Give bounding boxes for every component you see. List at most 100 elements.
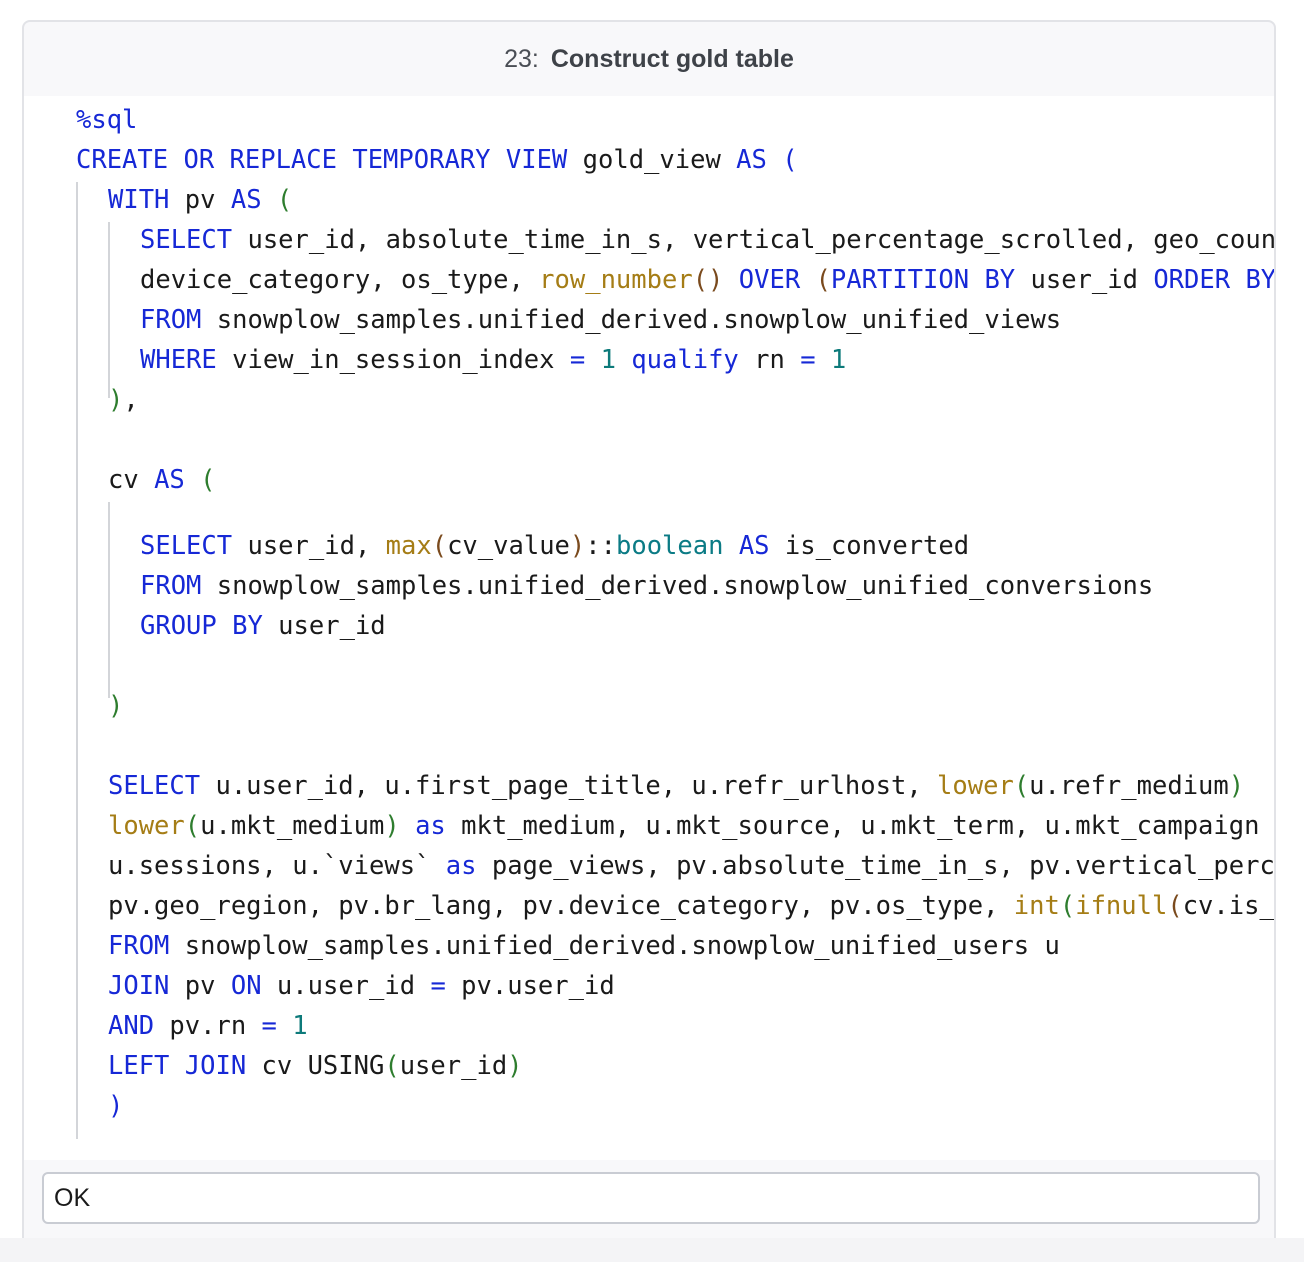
code-token: int — [1013, 891, 1060, 921]
code-line[interactable]: cv AS ( — [108, 460, 216, 500]
code-token: SELECT — [140, 531, 233, 561]
code-token: GROUP BY — [140, 611, 263, 641]
code-token: qualify — [631, 345, 739, 375]
code-token: pv.rn — [154, 1011, 262, 1041]
code-token: snowplow_samples.unified_derived.snowplo… — [201, 305, 1062, 335]
code-token: ) — [108, 1091, 124, 1121]
code-line[interactable]: JOIN pv ON u.user_id = pv.user_id — [108, 966, 615, 1006]
code-token: ( — [1059, 891, 1076, 921]
code-token: ORDER BY — [1153, 265, 1274, 295]
code-token: view_in_session_index — [216, 345, 570, 375]
code-line[interactable]: SELECT user_id, absolute_time_in_s, vert… — [140, 220, 1274, 260]
code-token: snowplow_samples.unified_derived.snowplo… — [169, 931, 1060, 961]
code-token: ( — [782, 145, 798, 175]
notebook-cell[interactable]: 23: Construct gold table %sql CREATE OR R… — [22, 20, 1276, 1238]
code-line[interactable]: FROM snowplow_samples.unified_derived.sn… — [140, 300, 1061, 340]
cell-title: Construct gold table — [550, 44, 794, 73]
code-line[interactable]: ), — [108, 380, 139, 420]
code-token: page_views, pv.absolute_time_in_s, pv.ve… — [491, 851, 1274, 881]
code-token: JOIN — [108, 971, 170, 1001]
code-line[interactable]: SELECT user_id, max(cv_value)::boolean A… — [140, 526, 969, 566]
code-line[interactable]: pv.geo_region, pv.br_lang, pv.device_cat… — [108, 886, 1274, 926]
code-token: AS — [230, 185, 262, 215]
code-token: = — [430, 971, 446, 1001]
indent-guide-outer — [76, 182, 78, 1139]
code-token: AND — [108, 1011, 155, 1041]
code-line[interactable]: %sql — [76, 100, 137, 140]
code-line[interactable]: u.sessions, u.`views` as page_views, pv.… — [108, 846, 1274, 886]
code-token: 1 — [600, 345, 616, 375]
code-token: device_category, os_type, — [140, 265, 540, 295]
code-token: , — [123, 385, 139, 415]
code-token: ifnull — [1075, 891, 1168, 921]
code-token: u.user_id, u.first_page_title, u.refr_ur… — [200, 771, 938, 801]
code-token: = — [800, 345, 816, 375]
code-token: snowplow_samples.unified_derived.snowplo… — [201, 571, 1154, 601]
code-token: pv.geo_region, pv.br_lang, pv.device_cat… — [108, 891, 1014, 921]
code-line[interactable]: device_category, os_type, row_number() O… — [140, 260, 1274, 300]
code-token: lower — [108, 811, 185, 841]
code-token: max — [385, 531, 432, 561]
code-token: user_id — [1015, 265, 1154, 295]
code-line[interactable]: AND pv.rn = 1 — [108, 1006, 308, 1046]
code-token: cv USING — [246, 1051, 385, 1081]
code-line[interactable]: GROUP BY user_id — [140, 606, 386, 646]
code-token: 1 — [292, 1011, 308, 1041]
code-token: cv — [108, 465, 155, 495]
code-line[interactable]: ) — [108, 686, 123, 726]
code-token: boolean — [615, 531, 724, 561]
code-token: user_id — [399, 1051, 508, 1081]
code-token: pv — [169, 971, 231, 1001]
code-token: AS — [738, 531, 770, 561]
code-token: FROM — [140, 305, 202, 335]
code-token: user_id — [262, 611, 386, 641]
code-line[interactable]: WHERE view_in_session_index = 1 qualify … — [140, 340, 846, 380]
code-token: FROM — [140, 571, 202, 601]
code-line[interactable]: LEFT JOIN cv USING(user_id) — [108, 1046, 523, 1086]
code-token: user_id, absolute_time_in_s, vertical_pe… — [232, 225, 1274, 255]
code-token: () — [692, 265, 724, 295]
code-token: user_id, — [232, 531, 386, 561]
code-line[interactable]: FROM snowplow_samples.unified_derived.sn… — [140, 566, 1153, 606]
code-line[interactable]: FROM snowplow_samples.unified_derived.sn… — [108, 926, 1060, 966]
code-token: PARTITION BY — [830, 265, 1016, 295]
code-token: gold_view — [567, 145, 737, 175]
code-token: :: — [585, 531, 616, 561]
code-token: row_number — [539, 265, 693, 295]
code-token: pv.user_id — [445, 971, 615, 1001]
code-token: ( — [1167, 891, 1183, 921]
code-token: cv_value — [447, 531, 570, 561]
code-line[interactable]: WITH pv AS ( — [108, 180, 292, 220]
code-token: LEFT JOIN — [108, 1051, 247, 1081]
indent-guide-cv — [108, 502, 110, 698]
code-token: ( — [431, 531, 448, 561]
code-token: ) — [108, 385, 124, 415]
code-token: u.user_id — [261, 971, 431, 1001]
code-token: SELECT — [140, 225, 233, 255]
code-token: ) — [384, 811, 400, 841]
code-token: ) — [507, 1051, 523, 1081]
code-token: lower — [937, 771, 1014, 801]
code-token: ( — [1013, 771, 1030, 801]
code-line[interactable]: lower(u.mkt_medium) as mkt_medium, u.mkt… — [108, 806, 1259, 846]
code-token: ON — [230, 971, 262, 1001]
code-token: as — [415, 811, 446, 841]
code-token: WHERE — [140, 345, 217, 375]
code-token: ( — [200, 465, 216, 495]
code-token: ) — [108, 691, 124, 721]
code-token: u.refr_medium — [1029, 771, 1229, 801]
code-editor[interactable]: %sql CREATE OR REPLACE TEMPORARY VIEW gol… — [24, 96, 1274, 1160]
code-token: 1 — [830, 345, 847, 375]
code-line[interactable]: CREATE OR REPLACE TEMPORARY VIEW gold_vi… — [76, 140, 798, 180]
code-line[interactable]: SELECT u.user_id, u.first_page_title, u.… — [108, 766, 1244, 806]
code-line[interactable]: ) — [108, 1086, 123, 1126]
